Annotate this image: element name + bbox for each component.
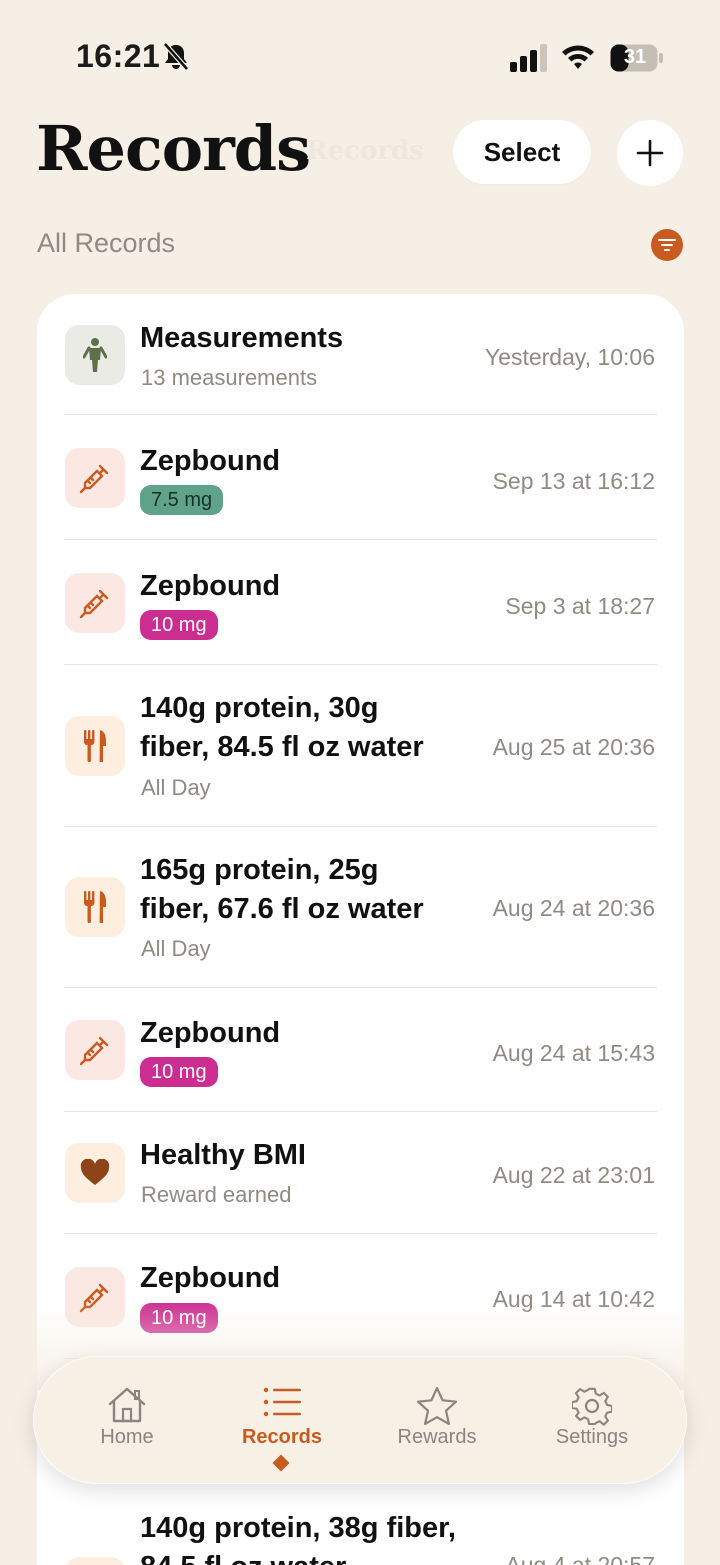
record-date: Aug 14 at 10:42 [492, 1286, 655, 1312]
dose-badge: 10 mg [140, 1057, 218, 1087]
tab-rewards[interactable]: Rewards [362, 1356, 512, 1484]
select-button[interactable]: Select [453, 120, 591, 184]
gear-icon [572, 1387, 612, 1426]
list-icon [263, 1387, 301, 1417]
cellular-signal-icon [510, 44, 547, 72]
record-title-line-1: 140g protein, 30g [140, 692, 379, 724]
record-title: Zepbound [140, 445, 281, 477]
battery-level: 31 [623, 46, 647, 68]
record-title-line-1: 140g protein, 38g fiber, [140, 1512, 456, 1544]
section-label: All Records [37, 228, 176, 258]
tab-records[interactable]: Records [207, 1356, 357, 1484]
tab-bar: Home Records Rewards Settings [33, 1356, 687, 1484]
heart-icon [80, 1159, 110, 1185]
dose-badge: 7.5 mg [140, 485, 224, 515]
wifi-icon [562, 45, 594, 69]
dose-badge: 10 mg [140, 610, 218, 640]
nutrition-icon-tile [65, 1557, 125, 1565]
tab-home[interactable]: Home [52, 1356, 202, 1484]
nutrition-icon-tile [65, 877, 125, 937]
add-record-button[interactable] [617, 120, 683, 186]
filter-icon [658, 239, 676, 251]
record-title: Zepbound [140, 1262, 281, 1294]
record-date: Sep 13 at 16:12 [492, 468, 655, 494]
active-tab-indicator [272, 1454, 290, 1472]
tab-settings[interactable]: Settings [517, 1356, 667, 1484]
plus-icon [636, 139, 664, 167]
measurements-icon-tile [65, 325, 125, 385]
status-time: 16:21 [76, 38, 161, 74]
person-icon [83, 338, 107, 372]
record-subtitle: 13 measurements [141, 365, 318, 390]
record-date: Aug 24 at 15:43 [492, 1040, 655, 1066]
medication-icon-tile [65, 1267, 125, 1327]
home-icon [108, 1387, 146, 1423]
fork-knife-icon [84, 891, 106, 923]
nutrition-icon-tile [65, 716, 125, 776]
record-date: Sep 3 at 18:27 [505, 593, 655, 619]
record-title: Zepbound [140, 1017, 281, 1049]
record-date: Aug 24 at 20:36 [492, 895, 655, 921]
record-date: Aug 25 at 20:36 [492, 734, 655, 760]
battery-indicator: 31 [610, 44, 664, 72]
tab-label: Records [241, 1426, 323, 1448]
syringe-icon [79, 589, 109, 619]
tab-label: Rewards [397, 1426, 477, 1448]
record-row-nutrition[interactable]: 140g protein, 30g fiber, 84.5 fl oz wate… [37, 665, 684, 827]
star-icon [416, 1386, 458, 1425]
record-date: Yesterday, 10:06 [484, 344, 655, 370]
reward-icon-tile [65, 1143, 125, 1203]
record-title-line-2: fiber, 67.6 fl oz water [140, 893, 424, 925]
record-row-measurements[interactable]: Measurements 13 measurements Yesterday, … [37, 294, 684, 415]
syringe-icon [79, 1283, 109, 1313]
collapsed-nav-title: Records [306, 136, 424, 166]
record-title-line-1: 165g protein, 25g [140, 854, 379, 886]
record-title-line-2: fiber, 84.5 fl oz water [140, 731, 424, 763]
record-row-medication[interactable]: Zepbound 10 mg Sep 3 at 18:27 [37, 540, 684, 665]
tab-label: Home [100, 1426, 154, 1448]
record-row-medication[interactable]: Zepbound 10 mg Aug 14 at 10:42 [37, 1234, 684, 1359]
medication-icon-tile [65, 1020, 125, 1080]
syringe-icon [79, 464, 109, 494]
record-date: Aug 22 at 23:01 [492, 1162, 655, 1188]
record-row-nutrition[interactable]: 165g protein, 25g fiber, 67.6 fl oz wate… [37, 827, 684, 988]
record-row-medication[interactable]: Zepbound 10 mg Aug 24 at 15:43 [37, 988, 684, 1112]
record-title: Measurements [140, 322, 344, 354]
bell-muted-icon [163, 42, 189, 71]
record-subtitle: All Day [141, 775, 211, 800]
record-title-line-2: 84.5 fl oz water [140, 1548, 346, 1565]
record-date: Aug 4 at 20:57 [505, 1552, 655, 1565]
dose-badge: 10 mg [140, 1303, 218, 1333]
filter-button[interactable] [651, 229, 683, 261]
tab-label: Settings [555, 1426, 629, 1448]
page-title: Records [36, 112, 311, 185]
records-screen: 16:21 31 Records Records Select All Reco… [0, 0, 720, 1565]
record-subtitle: Reward earned [141, 1182, 292, 1207]
record-title: Zepbound [140, 570, 281, 602]
syringe-icon [79, 1036, 109, 1066]
medication-icon-tile [65, 448, 125, 508]
fork-knife-icon [84, 730, 106, 762]
record-row-medication[interactable]: Zepbound 7.5 mg Sep 13 at 16:12 [37, 415, 684, 540]
medication-icon-tile [65, 573, 125, 633]
record-subtitle: All Day [141, 936, 211, 961]
record-title: Healthy BMI [140, 1139, 306, 1171]
record-row-reward[interactable]: Healthy BMI Reward earned Aug 22 at 23:0… [37, 1112, 684, 1234]
